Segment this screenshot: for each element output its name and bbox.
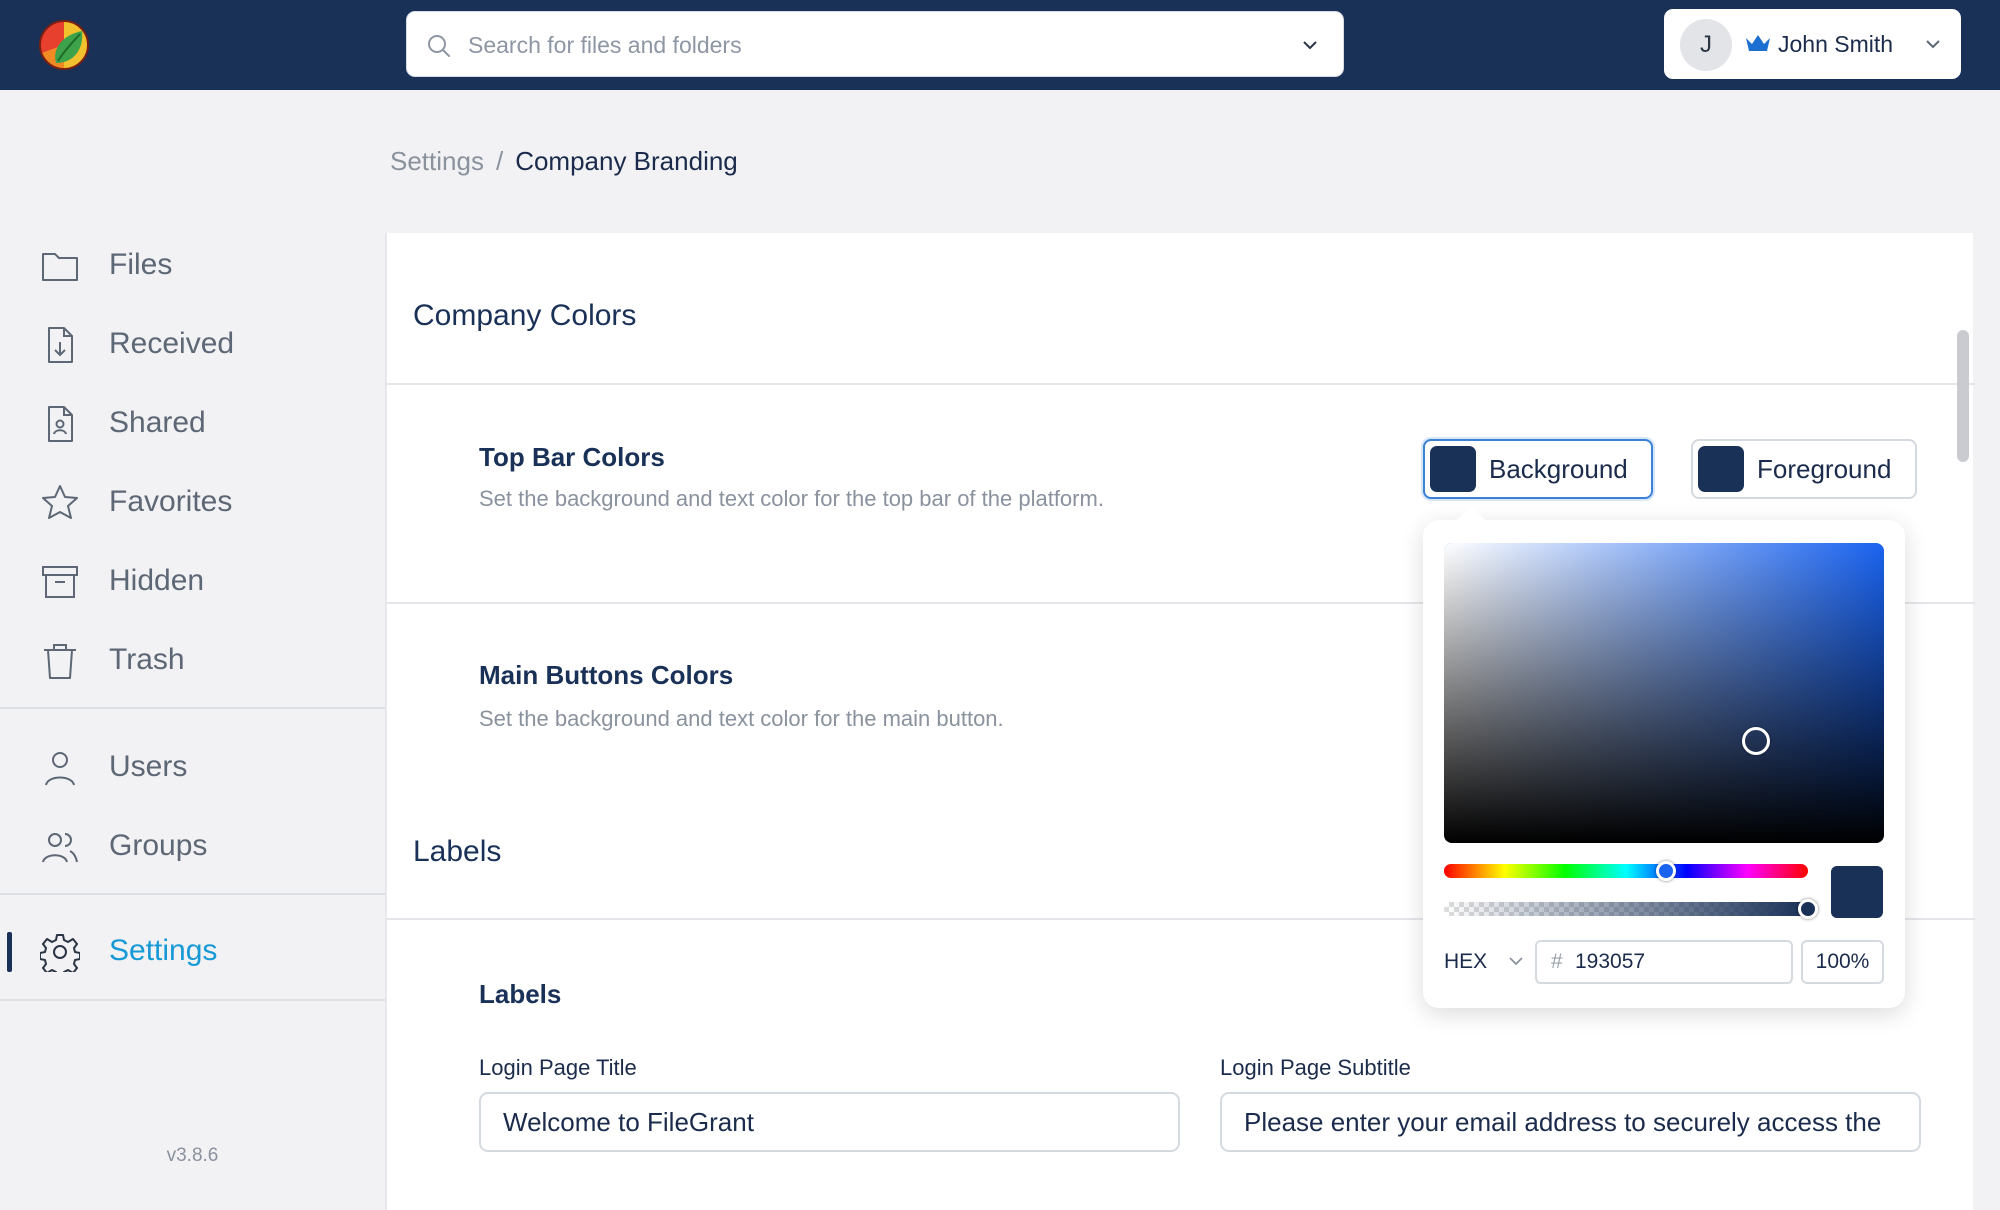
color-preview-swatch [1831, 866, 1883, 918]
sidebar-item-settings[interactable]: Settings [0, 914, 385, 988]
sidebar-item-label: Shared [109, 406, 206, 439]
sidebar-item-favorites[interactable]: Favorites [0, 465, 385, 539]
user-icon [40, 748, 80, 788]
active-indicator [7, 932, 12, 972]
sidebar-item-groups[interactable]: Groups [0, 809, 385, 883]
background-color-button[interactable]: Background [1423, 439, 1653, 499]
search-input[interactable]: Search for files and folders [468, 12, 742, 78]
user-name: John Smith [1778, 31, 1894, 57]
sidebar-divider [0, 707, 385, 709]
sidebar-item-label: Groups [109, 829, 208, 862]
sidebar-item-label: Users [109, 750, 188, 783]
sidebar-item-label: Trash [109, 643, 185, 676]
sidebar: Files Received Shared Favorites Hidden T… [0, 90, 385, 1210]
sidebar-item-label: Received [109, 327, 235, 360]
color-swatch [1698, 446, 1744, 492]
foreground-color-label: Foreground [1757, 454, 1892, 484]
crown-icon [1744, 32, 1772, 54]
sidebar-divider [0, 999, 385, 1001]
breadcrumb-current: Company Branding [515, 146, 738, 176]
users-icon [40, 827, 80, 867]
login-subtitle-label: Login Page Subtitle [1220, 1055, 1411, 1080]
login-title-value: Welcome to FileGrant [503, 1107, 754, 1137]
labels-subsection-title: Labels [479, 979, 562, 1009]
sidebar-item-hidden[interactable]: Hidden [0, 544, 385, 618]
sidebar-item-shared[interactable]: Shared [0, 386, 385, 460]
opacity-input[interactable]: 100% [1801, 940, 1884, 984]
hex-value: 193057 [1575, 950, 1646, 973]
chevron-down-icon[interactable] [1507, 952, 1525, 970]
top-bar-colors-description: Set the background and text color for th… [479, 486, 1104, 511]
search-box[interactable]: Search for files and folders [406, 11, 1344, 77]
breadcrumb-parent[interactable]: Settings [390, 146, 484, 176]
sidebar-item-users[interactable]: Users [0, 730, 385, 804]
folder-icon [40, 246, 80, 286]
top-bar: Search for files and folders J John Smit… [0, 0, 2000, 90]
color-swatch [1430, 446, 1476, 492]
hue-slider-handle[interactable] [1656, 861, 1677, 881]
scrollbar-thumb[interactable] [1957, 330, 1969, 462]
trash-icon [40, 641, 80, 681]
sidebar-item-received[interactable]: Received [0, 307, 385, 381]
section-title-labels: Labels [413, 835, 502, 868]
color-picker-popover: HEX # 193057 100% [1423, 505, 1905, 1008]
black-gradient [1444, 543, 1884, 843]
divider [387, 383, 1975, 385]
top-bar-colors-title: Top Bar Colors [479, 442, 665, 472]
user-menu[interactable]: J John Smith [1664, 9, 1961, 79]
file-download-icon [40, 325, 80, 365]
sidebar-item-label: Favorites [109, 485, 233, 518]
opacity-slider-handle[interactable] [1798, 899, 1818, 919]
opacity-slider[interactable] [1444, 902, 1808, 916]
search-icon [425, 32, 453, 60]
avatar: J [1680, 19, 1732, 71]
app-version: v3.8.6 [166, 1145, 219, 1166]
saturation-brightness-area[interactable] [1444, 543, 1884, 843]
chevron-down-icon [1923, 34, 1943, 54]
star-icon [40, 483, 80, 523]
hue-slider[interactable] [1444, 864, 1808, 878]
breadcrumb: Settings / Company Branding [390, 146, 738, 177]
hex-input[interactable]: # 193057 [1535, 940, 1793, 984]
file-user-icon [40, 404, 80, 444]
filegrant-logo[interactable] [38, 19, 90, 71]
sidebar-item-label: Settings [109, 934, 218, 967]
archive-icon [40, 562, 80, 602]
hash-prefix: # [1551, 950, 1563, 973]
main-buttons-colors-title: Main Buttons Colors [479, 660, 734, 690]
gear-icon [39, 932, 81, 978]
breadcrumb-separator: / [495, 146, 504, 176]
background-color-label: Background [1489, 454, 1628, 484]
sidebar-item-files[interactable]: Files [0, 228, 385, 302]
login-subtitle-field[interactable]: Please enter your email address to secur… [1220, 1092, 1921, 1152]
section-title-company-colors: Company Colors [413, 299, 637, 332]
login-subtitle-value: Please enter your email address to secur… [1244, 1107, 1882, 1137]
login-title-field[interactable]: Welcome to FileGrant [479, 1092, 1180, 1152]
main-buttons-colors-description: Set the background and text color for th… [479, 706, 1004, 731]
sidebar-item-label: Hidden [109, 564, 205, 597]
foreground-color-button[interactable]: Foreground [1691, 439, 1917, 499]
sidebar-divider [0, 893, 385, 895]
sidebar-item-trash[interactable]: Trash [0, 623, 385, 697]
color-format-select[interactable]: HEX [1444, 940, 1487, 984]
sidebar-item-label: Files [109, 248, 173, 281]
chevron-down-icon[interactable] [1299, 34, 1321, 56]
login-title-label: Login Page Title [479, 1055, 637, 1080]
